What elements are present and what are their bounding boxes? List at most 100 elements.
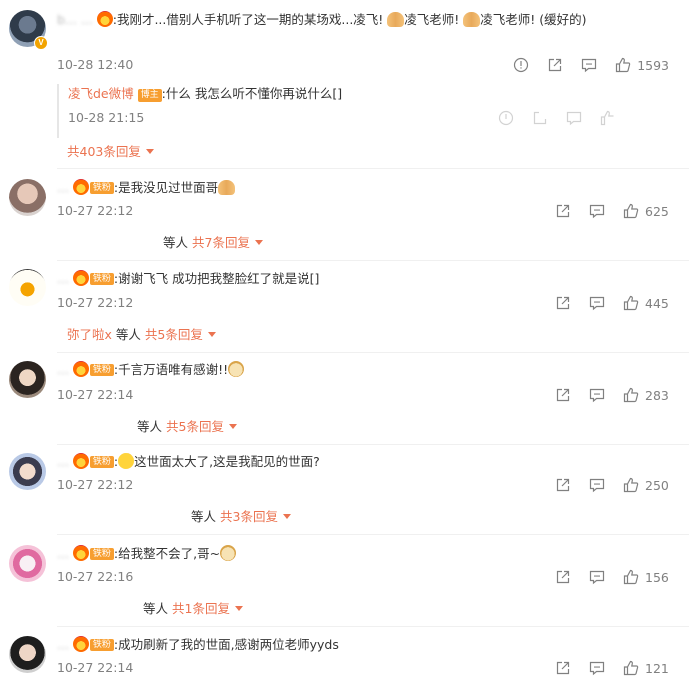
report-icon[interactable] xyxy=(513,57,529,73)
more-replies-link[interactable]: 等人 共1条回复 xyxy=(143,598,243,617)
comment-text: b... ... :我刚才...借别人手机听了这一期的某场戏...凌飞! 凌飞老… xyxy=(57,11,587,27)
comment-text: ... 铁粉:谢谢飞飞 成功把我整脸红了就是说[] xyxy=(57,270,320,286)
comment-actions: 445 xyxy=(537,293,669,313)
chevron-down-icon xyxy=(207,332,216,337)
comment-text: ... 铁粉:成功刷新了我的世面,感谢两位老师yyds xyxy=(57,636,339,652)
avatar[interactable] xyxy=(9,179,46,216)
comment-icon[interactable] xyxy=(589,477,605,493)
like-icon[interactable] xyxy=(615,57,631,73)
divider xyxy=(57,534,689,535)
chevron-down-icon xyxy=(254,240,263,245)
fan-badge: 铁粉 xyxy=(89,273,114,285)
comment-icon[interactable] xyxy=(589,295,605,311)
share-icon[interactable] xyxy=(555,295,571,311)
chevron-down-icon xyxy=(234,606,243,611)
comment-icon[interactable] xyxy=(589,569,605,585)
divider xyxy=(57,352,689,353)
doge-emoji-icon xyxy=(220,545,237,561)
comment-actions: 283 xyxy=(537,385,669,405)
like-icon[interactable] xyxy=(623,203,639,219)
like-count: 445 xyxy=(645,295,669,311)
avatar[interactable] xyxy=(9,453,46,490)
comment-item: ... 铁粉:千言万语唯有感谢!! 10-27 22:14 283 等人 共5条… xyxy=(0,354,689,446)
reply-username[interactable]: 凌飞de微博 xyxy=(68,86,134,101)
comment-username[interactable]: ... xyxy=(57,637,69,652)
fire-emoji-icon xyxy=(72,545,89,561)
fire-emoji-icon xyxy=(96,11,113,27)
like-count: 1593 xyxy=(637,57,669,73)
avatar[interactable] xyxy=(9,361,46,398)
more-replies-link[interactable]: 等人 共3条回复 xyxy=(191,506,291,525)
fire-emoji-icon xyxy=(72,453,89,469)
fan-badge: 铁粉 xyxy=(89,548,114,560)
share-icon[interactable] xyxy=(555,203,571,219)
more-replies-link[interactable]: 等人 共7条回复 xyxy=(163,232,263,251)
heart-eyes-emoji-icon xyxy=(118,453,135,469)
comment-icon[interactable] xyxy=(589,660,605,676)
comment-actions: 156 xyxy=(537,567,669,587)
comment-time: 10-27 22:14 xyxy=(57,387,134,402)
pray-emoji-icon xyxy=(463,12,481,27)
doge-emoji-icon xyxy=(228,361,245,377)
like-count: 121 xyxy=(645,660,669,676)
comment-username[interactable]: b... ... xyxy=(57,12,93,27)
comment-icon[interactable] xyxy=(566,110,582,126)
comment-username[interactable]: ... xyxy=(57,546,69,561)
share-icon[interactable] xyxy=(555,660,571,676)
more-replies-link[interactable]: 共403条回复 xyxy=(67,141,154,160)
reply-username[interactable]: 弥了啦x xyxy=(67,327,112,342)
like-icon[interactable] xyxy=(623,569,639,585)
reply-text: 凌飞de微博 博主:什么 我怎么听不懂你再说什么[] xyxy=(68,86,343,102)
like-icon[interactable] xyxy=(623,477,639,493)
share-icon[interactable] xyxy=(555,569,571,585)
comment-actions: 625 xyxy=(537,201,669,221)
avatar[interactable] xyxy=(9,636,46,673)
comment-username[interactable]: ... xyxy=(57,454,69,469)
comment-text: ... 铁粉:给我整不会了,哥~ xyxy=(57,544,649,563)
reply-block: 凌飞de微博 博主:什么 我怎么听不懂你再说什么[] 10-28 21:15 xyxy=(57,84,618,138)
comment-item: ... 铁粉:谢谢飞飞 成功把我整脸红了就是说[] 10-27 22:12 44… xyxy=(0,262,689,354)
comment-username[interactable]: ... xyxy=(57,362,69,377)
avatar[interactable] xyxy=(9,545,46,582)
comment-time: 10-27 22:14 xyxy=(57,660,134,675)
share-icon[interactable] xyxy=(555,477,571,493)
comment-time: 10-27 22:12 xyxy=(57,477,134,492)
like-icon[interactable] xyxy=(600,110,616,126)
comment-time: 10-28 12:40 xyxy=(57,57,134,72)
fan-badge: 铁粉 xyxy=(89,639,114,651)
comment-item: V b... ... :我刚才...借别人手机听了这一期的某场戏...凌飞! 凌… xyxy=(0,0,689,170)
share-icon[interactable] xyxy=(547,57,563,73)
avatar[interactable] xyxy=(9,269,46,306)
comment-time: 10-27 22:16 xyxy=(57,569,134,584)
comment-text: ... 铁粉:是我没见过世面哥 xyxy=(57,178,649,197)
chevron-down-icon xyxy=(228,424,237,429)
comment-icon[interactable] xyxy=(589,387,605,403)
like-icon[interactable] xyxy=(623,660,639,676)
fan-badge: 铁粉 xyxy=(89,456,114,468)
like-count: 625 xyxy=(645,203,669,219)
report-icon[interactable] xyxy=(498,110,514,126)
like-icon[interactable] xyxy=(623,387,639,403)
comment-time: 10-27 22:12 xyxy=(57,295,134,310)
divider xyxy=(57,626,689,627)
like-count: 156 xyxy=(645,569,669,585)
more-replies-link[interactable]: 弥了啦x 等人 共5条回复 xyxy=(67,324,216,343)
fire-emoji-icon xyxy=(72,179,89,195)
comment-text: ... 铁粉: 这世面太大了,这是我配见的世面? xyxy=(57,453,320,469)
comment-username[interactable]: ... xyxy=(57,271,69,286)
comment-icon[interactable] xyxy=(581,57,597,73)
like-icon[interactable] xyxy=(623,295,639,311)
comment-icon[interactable] xyxy=(589,203,605,219)
pray-emoji-icon xyxy=(218,180,236,195)
chevron-down-icon xyxy=(282,514,291,519)
more-replies-link[interactable]: 等人 共5条回复 xyxy=(137,416,237,435)
comment-actions: 1593 xyxy=(495,55,669,75)
fire-emoji-icon xyxy=(72,636,89,652)
share-icon[interactable] xyxy=(532,110,548,126)
comment-username[interactable]: ... xyxy=(57,180,69,195)
comment-item: ... 铁粉:成功刷新了我的世面,感谢两位老师yyds 10-27 22:14 … xyxy=(0,630,689,682)
fan-badge: 铁粉 xyxy=(89,182,114,194)
share-icon[interactable] xyxy=(555,387,571,403)
divider xyxy=(57,444,689,445)
comment-item: ... 铁粉:给我整不会了,哥~ 10-27 22:16 156 等人 共1条回… xyxy=(0,538,689,630)
